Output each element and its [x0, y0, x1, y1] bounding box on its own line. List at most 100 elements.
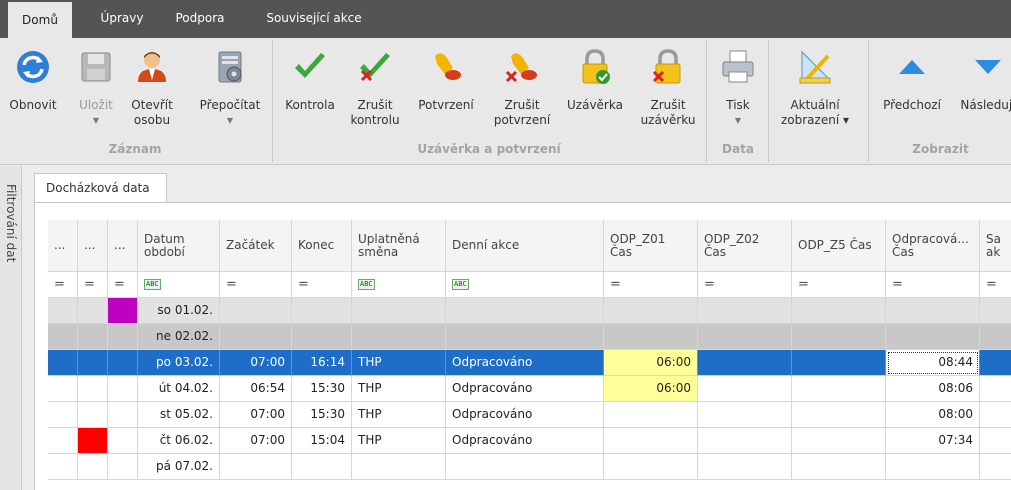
col-start-filter[interactable]: = — [220, 272, 292, 298]
col-marker-3-cell[interactable] — [108, 350, 138, 376]
col-shift-cell[interactable]: THP — [352, 350, 446, 376]
col-odp-z01-cell[interactable] — [604, 324, 698, 350]
table-row[interactable]: čt 06.02. 07:00 15:04 THP Odpracováno 07:34 — [48, 428, 1011, 454]
col-end-cell[interactable]: 15:30 — [292, 376, 352, 402]
col-marker-2-cell[interactable] — [78, 428, 108, 454]
col-odp-z01-cell[interactable] — [604, 402, 698, 428]
table-row[interactable]: po 03.02. 07:00 16:14 THP Odpracováno 06:00 08… — [48, 350, 1011, 376]
table-row[interactable]: st 05.02. 07:00 15:30 THP Odpracováno 08:00 — [48, 402, 1011, 428]
tab-attendance-data[interactable]: Docházková data — [34, 173, 167, 203]
col-marker-3-header[interactable]: ... — [108, 220, 138, 272]
confirm-button[interactable]: Potvrzení — [414, 38, 478, 146]
col-odp-z02-cell[interactable] — [698, 324, 792, 350]
col-end-cell[interactable]: 16:14 — [292, 350, 352, 376]
col-start-cell[interactable]: 06:54 — [220, 376, 292, 402]
cancel-lock-button[interactable]: Zrušit uzávěrku — [636, 38, 700, 146]
col-marker-3-cell[interactable] — [108, 402, 138, 428]
col-marker-1-cell[interactable] — [48, 298, 78, 324]
col-start-cell[interactable]: 07:00 — [220, 428, 292, 454]
col-end-cell[interactable] — [292, 324, 352, 350]
table-row[interactable]: pá 07.02. — [48, 454, 1011, 480]
col-odp-z01-filter[interactable]: = — [604, 272, 698, 298]
menu-tab-home[interactable]: Domů — [8, 0, 72, 38]
col-odp-z5-cell[interactable] — [792, 402, 886, 428]
col-marker-2-cell[interactable] — [78, 350, 108, 376]
col-odp-z02-cell[interactable] — [698, 454, 792, 480]
col-worked-cell[interactable]: 08:06 — [886, 376, 980, 402]
menu-tab-support[interactable]: Podpora — [166, 0, 234, 38]
col-shift-cell[interactable] — [352, 324, 446, 350]
col-odp-z02-header[interactable]: ODP_Z02 Čas — [698, 220, 792, 272]
col-odp-z5-cell[interactable] — [792, 350, 886, 376]
col-marker-2-cell[interactable] — [78, 454, 108, 480]
col-start-cell[interactable]: 07:00 — [220, 402, 292, 428]
col-odp-z01-cell[interactable] — [604, 428, 698, 454]
col-daily-action-header[interactable]: Denní akce — [446, 220, 604, 272]
col-marker-3-cell[interactable] — [108, 298, 138, 324]
col-odp-z01-cell[interactable]: 06:00 — [604, 376, 698, 402]
col-marker-1-header[interactable]: ... — [48, 220, 78, 272]
col-marker-1-cell[interactable] — [48, 324, 78, 350]
col-marker-2-cell[interactable] — [78, 324, 108, 350]
col-worked-header[interactable]: Odpracová... Čas — [886, 220, 980, 272]
next-button[interactable]: Následují — [950, 38, 1011, 146]
col-date-cell[interactable]: čt 06.02. — [138, 428, 220, 454]
col-marker-2-filter[interactable]: = — [78, 272, 108, 298]
col-odp-z02-cell[interactable] — [698, 376, 792, 402]
col-start-cell[interactable]: 07:00 — [220, 350, 292, 376]
col-marker-3-cell[interactable] — [108, 376, 138, 402]
cancel-check-button[interactable]: Zrušit kontrolu — [344, 38, 406, 146]
col-odp-z02-cell[interactable] — [698, 298, 792, 324]
open-person-button[interactable]: Otevřít osobu — [124, 38, 180, 146]
menu-tab-related-actions[interactable]: Související akce — [252, 0, 376, 38]
col-odp-z01-cell[interactable] — [604, 298, 698, 324]
col-daily-action-filter[interactable]: ABC — [446, 272, 604, 298]
col-marker-1-cell[interactable] — [48, 402, 78, 428]
col-odp-z01-cell[interactable]: 06:00 — [604, 350, 698, 376]
col-shift-cell[interactable] — [352, 454, 446, 480]
col-extra-cell[interactable] — [980, 350, 1011, 376]
col-odp-z5-header[interactable]: ODP_Z5 Čas — [792, 220, 886, 272]
table-row[interactable]: út 04.02. 06:54 15:30 THP Odpracováno 06:00 08… — [48, 376, 1011, 402]
col-extra-cell[interactable] — [980, 402, 1011, 428]
col-odp-z5-cell[interactable] — [792, 454, 886, 480]
col-marker-2-cell[interactable] — [78, 298, 108, 324]
col-end-cell[interactable] — [292, 298, 352, 324]
col-daily-action-cell[interactable] — [446, 324, 604, 350]
lock-button[interactable]: Uzávěrka — [562, 38, 628, 146]
col-start-cell[interactable] — [220, 324, 292, 350]
col-daily-action-cell[interactable] — [446, 298, 604, 324]
col-shift-header[interactable]: Uplatněná směna — [352, 220, 446, 272]
col-end-filter[interactable]: = — [292, 272, 352, 298]
col-end-cell[interactable] — [292, 454, 352, 480]
col-end-header[interactable]: Konec — [292, 220, 352, 272]
col-marker-3-cell[interactable] — [108, 428, 138, 454]
col-marker-2-header[interactable]: ... — [78, 220, 108, 272]
previous-button[interactable]: Předchozí — [874, 38, 950, 146]
current-view-button[interactable]: Aktuální zobrazení ▾ — [772, 38, 858, 146]
col-marker-1-cell[interactable] — [48, 376, 78, 402]
col-date-filter[interactable]: ABC — [138, 272, 220, 298]
col-extra-cell[interactable] — [980, 454, 1011, 480]
table-row[interactable]: ne 02.02. — [48, 324, 1011, 350]
col-start-cell[interactable] — [220, 298, 292, 324]
col-end-cell[interactable]: 15:04 — [292, 428, 352, 454]
col-date-cell[interactable]: st 05.02. — [138, 402, 220, 428]
refresh-button[interactable]: Obnovit — [0, 38, 66, 146]
col-date-cell[interactable]: ne 02.02. — [138, 324, 220, 350]
col-date-header[interactable]: Datum období — [138, 220, 220, 272]
col-daily-action-cell[interactable]: Odpracováno — [446, 350, 604, 376]
col-shift-cell[interactable]: THP — [352, 402, 446, 428]
col-worked-cell[interactable]: 08:00 — [886, 402, 980, 428]
col-daily-action-cell[interactable]: Odpracováno — [446, 376, 604, 402]
print-button[interactable]: Tisk ▼ — [710, 38, 766, 146]
col-worked-cell[interactable]: 07:34 — [886, 428, 980, 454]
col-extra-cell[interactable] — [980, 376, 1011, 402]
col-worked-cell[interactable]: 08:44 — [886, 350, 980, 376]
col-worked-filter[interactable]: = — [886, 272, 980, 298]
cancel-confirm-button[interactable]: Zrušit potvrzení — [484, 38, 560, 146]
col-odp-z02-cell[interactable] — [698, 402, 792, 428]
col-extra-header[interactable]: Sa ak — [980, 220, 1011, 272]
col-daily-action-cell[interactable]: Odpracováno — [446, 428, 604, 454]
save-button[interactable]: Uložit ▼ — [68, 38, 124, 146]
